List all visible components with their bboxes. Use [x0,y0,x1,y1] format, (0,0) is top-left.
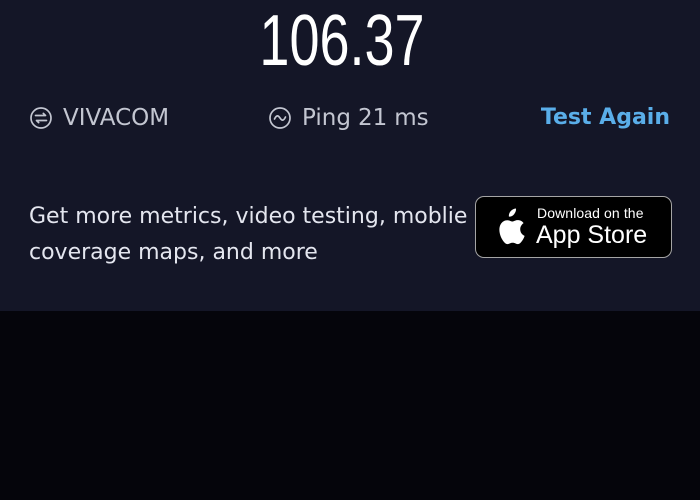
provider-info: VIVACOM [29,101,169,135]
provider-exchange-icon [29,106,53,130]
ping-label: Ping [302,105,351,131]
ping-value: 21 [357,105,388,131]
app-store-badge-button[interactable]: Download on the App Store [475,196,672,258]
speed-test-result-screen: 106.37 VIVACOM Ping 21 ms Test Again Get… [0,0,700,500]
ping-unit: ms [394,105,429,131]
apple-logo-icon [490,208,526,248]
app-store-large-text: App Store [536,221,648,249]
ping-info: Ping 21 ms [268,101,429,135]
provider-name: VIVACOM [63,105,170,131]
app-store-small-text: Download on the [537,205,644,221]
promo-line-1: Get more metrics, video testing, moblie [29,204,468,229]
ping-wave-icon [268,106,292,130]
lower-dark-area [0,311,700,500]
promo-line-2: coverage maps, and more [29,240,318,265]
metrics-promo-text: Get more metrics, video testing, moblie … [29,199,499,271]
result-panel: 106.37 VIVACOM Ping 21 ms Test Again Get… [0,0,700,311]
speed-result-value: 106.37 [259,1,425,81]
test-again-button[interactable]: Test Again [541,101,670,135]
